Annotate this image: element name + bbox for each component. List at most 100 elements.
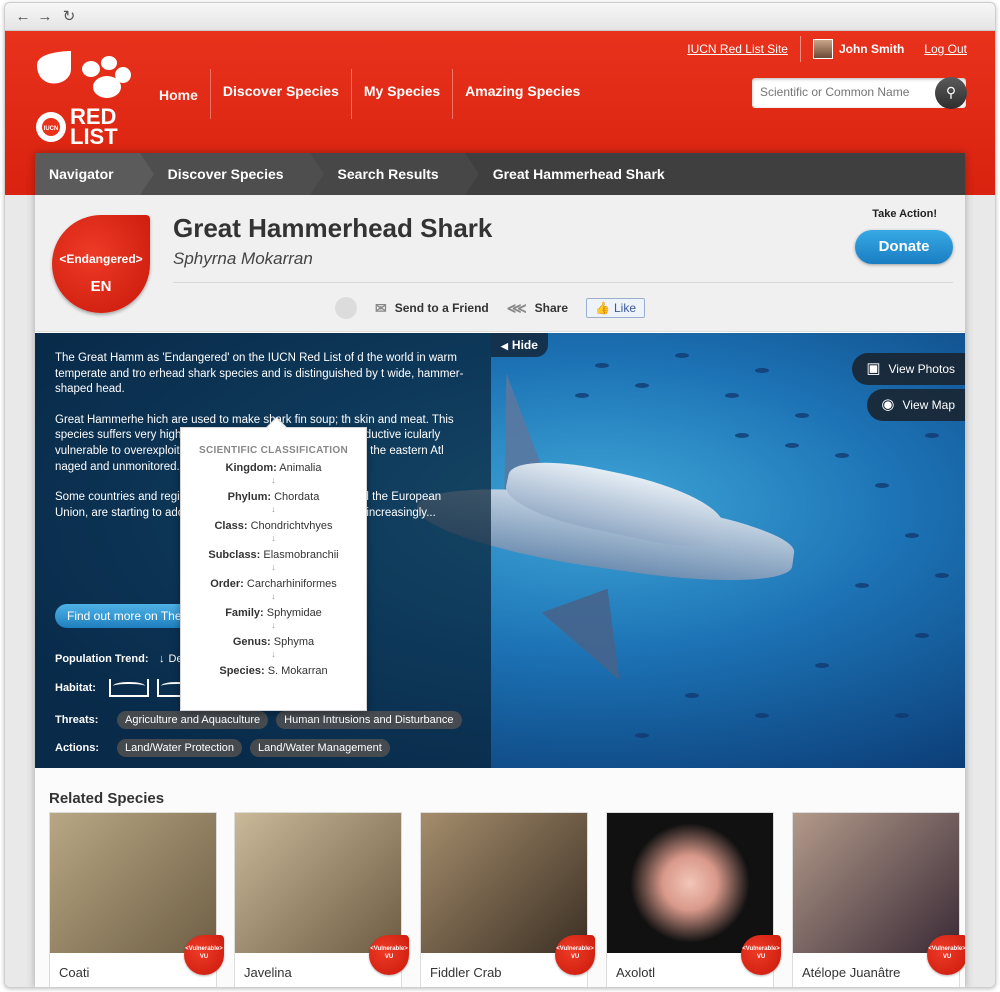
action-tag[interactable]: Land/Water Protection [117,739,243,757]
view-photos-button[interactable]: ▣ View Photos [852,353,965,385]
breadcrumb-discover-species[interactable]: Discover Species [139,153,324,195]
species-card[interactable]: Fiddler Crab <Vulnerable> VU [420,812,595,987]
classification-title: SCIENTIFIC CLASSIFICATION [199,445,348,456]
classification-key: Class: [214,520,248,532]
globe-icon: ◉ [881,396,895,413]
breadcrumb-search-results[interactable]: Search Results [309,153,479,195]
breadcrumb-arrow [139,153,154,195]
main-nav: Home Discover Species My Species Amazing… [147,69,592,119]
logout-link[interactable]: Log Out [924,42,967,56]
avatar[interactable] [812,39,833,59]
species-card[interactable]: Axolotl <Vulnerable> VU [606,812,781,987]
breadcrumb-arrow [309,153,324,195]
classification-value[interactable]: Elasmobranchii [263,549,338,561]
badge-label: <Vulnerable> [556,946,594,952]
classification-value[interactable]: Sphymidae [267,607,322,619]
breadcrumb-navigator[interactable]: Navigator [35,153,154,195]
donate-button[interactable]: Donate [855,230,953,264]
classification-row: Class: Chondrichtvhyes [181,520,366,532]
classification-value[interactable]: Chondrichtvhyes [251,520,333,532]
actions-label: Actions: [55,742,99,754]
photos-icon: ▣ [866,360,881,377]
svg-text:IUCN: IUCN [44,126,59,132]
hide-label: Hide [511,338,538,352]
species-card-name: Javelina [244,965,292,980]
scientific-name[interactable]: Sphyrna Mokarran [173,249,313,269]
search-input[interactable] [760,85,930,99]
species-hero: The Great Hamm as 'Endangered' on the IU… [35,333,965,768]
coati-photo [50,813,216,953]
classification-key: Family: [225,607,264,619]
classification-popover: SCIENTIFIC CLASSIFICATION Kingdom: Anima… [180,427,367,711]
badge-code: VU [942,954,952,960]
nav-discover-species[interactable]: Discover Species [211,69,352,119]
related-species-title: Related Species [49,790,165,807]
breadcrumb-label: Discover Species [167,166,284,182]
species-card[interactable]: Atélope Juanâtre <Vulnerable> VU [792,812,965,987]
view-photos-label: View Photos [888,362,956,376]
share-icon: ⋘ [506,299,527,316]
search-box: ⚲ [752,77,967,109]
species-card[interactable]: Coati <Vulnerable> VU [49,812,224,987]
threat-tag[interactable]: Human Intrusions and Disturbance [276,711,462,729]
view-map-button[interactable]: ◉ View Map [867,389,965,421]
species-card-name: Coati [59,965,90,980]
svg-text:LIST: LIST [70,124,118,147]
nav-home[interactable]: Home [147,69,211,119]
breadcrumb-arrow [464,153,479,195]
badge-label: <Vulnerable> [185,946,223,952]
like-button[interactable]: 👍 Like [586,298,645,318]
classification-key: Species: [219,665,265,677]
threats: Threats: Agriculture and Aquaculture Hum… [55,711,470,729]
nav-amazing-species[interactable]: Amazing Species [453,69,592,119]
iucn-site-link[interactable]: IUCN Red List Site [687,42,788,56]
user-links: IUCN Red List Site John Smith Log Out [687,36,967,62]
classification-value[interactable]: Sphyma [274,636,314,648]
arrow-down-icon: ↓ [271,562,276,572]
action-pill[interactable] [335,297,357,319]
arrow-down-icon: ↓ [159,653,165,665]
species-card-name: Atélope Juanâtre [802,965,901,980]
arrow-down-icon: ↓ [271,533,276,543]
vulnerable-badge: <Vulnerable> VU [927,935,965,975]
classification-value[interactable]: S. Mokarran [268,665,328,677]
atelope-photo [793,813,959,953]
hide-panel-button[interactable]: ◀ Hide [491,333,548,357]
action-tag[interactable]: Land/Water Management [250,739,390,757]
classification-value[interactable]: Carcharhiniformes [247,578,337,590]
arrow-down-icon: ↓ [271,591,276,601]
arrow-left-icon[interactable]: ← [15,9,31,25]
vulnerable-badge: <Vulnerable> VU [555,935,595,975]
share-label: Share [534,301,569,315]
classification-row: Order: Carcharhiniformes [181,578,366,590]
share-button[interactable]: ⋘ Share [507,300,568,317]
threats-label: Threats: [55,714,99,726]
arrow-right-icon[interactable]: → [37,9,53,25]
iucn-red-list-logo[interactable]: IUCN RED LIST [33,47,143,149]
classification-row: Subclass: Elasmobranchii [181,549,366,561]
species-actions: ✉ Send to a Friend ⋘ Share 👍 Like [335,295,663,321]
arrow-down-icon: ↓ [271,620,276,630]
nav-my-species[interactable]: My Species [352,69,454,119]
classification-value[interactable]: Chordata [274,491,319,503]
reload-icon[interactable]: ↻ [61,9,77,25]
classification-value[interactable]: Animalia [279,462,321,474]
actions: Actions: Land/Water Protection Land/Wate… [55,739,398,757]
threat-tag[interactable]: Agriculture and Aquaculture [117,711,269,729]
thumbs-up-icon: 👍 [595,301,610,315]
breadcrumb-label: Great Hammerhead Shark [492,166,665,182]
badge-label: <Vulnerable> [742,946,780,952]
species-card[interactable]: Javelina <Vulnerable> VU [234,812,409,987]
send-label: Send to a Friend [394,301,489,315]
marine-habitat-icon[interactable] [109,679,149,697]
classification-row: Kingdom: Animalia [181,462,366,474]
classification-row: Phylum: Chordata [181,491,366,503]
badge-label: <Vulnerable> [928,946,965,952]
search-icon[interactable]: ⚲ [935,77,967,109]
user-name[interactable]: John Smith [839,42,904,56]
classification-key: Genus: [232,636,271,648]
send-to-friend-button[interactable]: ✉ Send to a Friend [375,300,489,317]
badge-code: VU [756,954,766,960]
status-code: EN [90,278,112,295]
habitat-label: Habitat: [55,682,96,694]
